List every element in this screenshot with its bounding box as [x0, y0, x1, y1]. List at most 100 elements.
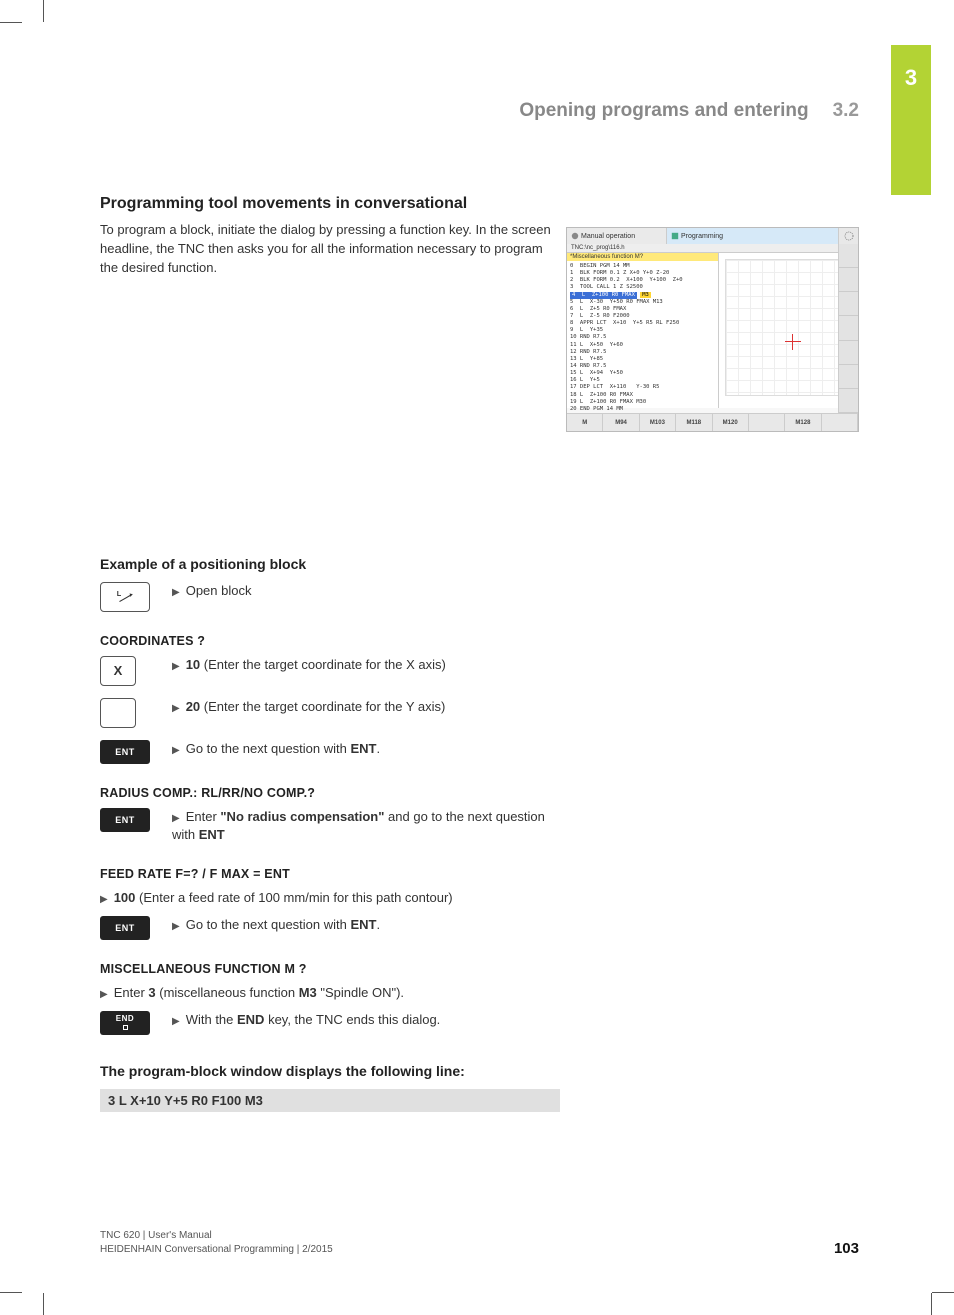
step-x-value: 10	[186, 657, 200, 672]
misc-mid: (miscellaneous function	[156, 985, 299, 1000]
step-y-value: 20	[186, 699, 200, 714]
triangle-icon: ▶	[172, 661, 180, 672]
ss-sidebar	[838, 244, 858, 413]
ss-path: TNC:\nc_prog\116.h	[567, 244, 858, 253]
svg-text:L: L	[117, 589, 122, 598]
step-radius-pre: Enter	[186, 809, 221, 824]
result-heading: The program-block window displays the fo…	[100, 1063, 859, 1079]
step-x-desc: (Enter the target coordinate for the X a…	[200, 657, 446, 672]
ss-side-btn	[838, 365, 858, 389]
feed-desc: (Enter a feed rate of 100 mm/min for thi…	[135, 890, 452, 905]
header-title: Opening programs and entering	[519, 100, 808, 122]
footer-line2: HEIDENHAIN Conversational Programming | …	[100, 1243, 333, 1257]
step-radius-b1: "No radius compensation"	[220, 809, 384, 824]
misc-bullet: ▶ Enter 3 (miscellaneous function M3 "Spi…	[100, 984, 859, 1003]
step-end: END ▶With the END key, the TNC ends this…	[100, 1011, 859, 1035]
step-radius: ENT ▶Enter "No radius compensation" and …	[100, 808, 859, 846]
footer-line1: TNC 620 | User's Manual	[100, 1229, 333, 1243]
misc-pre: Enter	[114, 985, 149, 1000]
ss-highlight-m: M3	[640, 292, 651, 298]
step-feed-pre: Go to the next question with	[186, 917, 351, 932]
ent-key-label: ENT	[115, 923, 135, 933]
ss-settings-icon	[838, 228, 858, 244]
triangle-icon: ▶	[100, 989, 108, 1000]
ss-mode-manual: Manual operation	[567, 228, 667, 244]
page-footer: TNC 620 | User's Manual HEIDENHAIN Conve…	[100, 1229, 859, 1257]
ss-softkey: M118	[676, 414, 712, 431]
ss-softkey: M103	[640, 414, 676, 431]
step-y-desc: (Enter the target coordinate for the Y a…	[200, 699, 445, 714]
end-key: END	[100, 1011, 150, 1035]
ss-softkey: M128	[785, 414, 821, 431]
ss-mode-programming: Programming	[667, 228, 838, 244]
prompt-misc: MISCELLANEOUS FUNCTION M ?	[100, 962, 859, 976]
step-ent-b: ENT	[350, 741, 376, 756]
crop-mark	[0, 1292, 22, 1293]
triangle-icon: ▶	[172, 1016, 180, 1027]
step-open-block: L ▶ Open block	[100, 582, 859, 612]
misc-b2: M3	[299, 985, 317, 1000]
ent-key-label: ENT	[115, 815, 135, 825]
l-key-icon: L	[100, 582, 150, 612]
step-open-label: Open block	[186, 583, 252, 598]
prompt-radius: RADIUS COMP.: RL/RR/NO COMP.?	[100, 786, 859, 800]
triangle-icon: ▶	[172, 745, 180, 756]
ss-prompt-line: *Miscellaneous function M?	[567, 253, 718, 261]
ent-key-label: ENT	[115, 747, 135, 757]
triangle-icon: ▶	[172, 813, 180, 824]
x-key-label: X	[114, 663, 123, 678]
ss-cursor-icon	[789, 338, 797, 346]
chapter-number: 3	[905, 65, 917, 91]
triangle-icon: ▶	[172, 703, 180, 714]
step-text: ▶ Open block	[172, 582, 552, 601]
prompt-coordinates: COORDINATES ?	[100, 634, 859, 648]
crop-mark	[43, 1293, 44, 1315]
chapter-tab: 3	[891, 45, 931, 195]
misc-b1: 3	[148, 985, 155, 1000]
ss-side-btn	[838, 244, 858, 268]
step-end-pre: With the	[186, 1012, 237, 1027]
triangle-icon: ▶	[172, 587, 180, 598]
ss-softkey: M120	[713, 414, 749, 431]
step-feed-b: ENT	[350, 917, 376, 932]
step-radius-b2: ENT	[199, 827, 225, 842]
intro-para: To program a block, initiate the dialog …	[100, 221, 560, 278]
triangle-icon: ▶	[172, 921, 180, 932]
ss-side-btn	[838, 292, 858, 316]
step-ent-feed: ENT ▶Go to the next question with ENT.	[100, 916, 859, 940]
ss-softkey: M	[567, 414, 603, 431]
end-key-square-icon	[123, 1025, 128, 1030]
page-number: 103	[834, 1240, 859, 1257]
ss-highlight-line: 4 L Z+100 R0 FMAX	[570, 292, 637, 299]
ent-key: ENT	[100, 740, 150, 764]
ss-mode1-label: Manual operation	[581, 233, 635, 240]
feed-value: 100	[114, 890, 136, 905]
step-text: ▶ 10 (Enter the target coordinate for the…	[172, 656, 552, 675]
blank-key	[100, 698, 136, 728]
ss-grid	[725, 259, 852, 396]
ent-key: ENT	[100, 808, 150, 832]
crop-mark	[0, 22, 22, 23]
step-y-coord: ▶ 20 (Enter the target coordinate for the…	[100, 698, 859, 728]
crop-mark	[43, 0, 44, 22]
step-text: ▶ Go to the next question with ENT.	[172, 740, 552, 759]
step-ent-post: .	[376, 741, 380, 756]
prompt-feed: FEED RATE F=? / F MAX = ENT	[100, 867, 859, 881]
end-key-label: END	[116, 1015, 134, 1023]
x-key: X	[100, 656, 136, 686]
ss-mode2-label: Programming	[681, 233, 723, 240]
feed-bullet: ▶ 100 (Enter a feed rate of 100 mm/min fo…	[100, 889, 859, 908]
triangle-icon: ▶	[100, 894, 108, 905]
crop-mark	[932, 1292, 954, 1293]
page-header: Opening programs and entering 3.2	[100, 100, 859, 122]
ss-code: 0 BEGIN PGM 14 MM 1 BLK FORM 0.1 Z X+0 Y…	[567, 261, 718, 415]
ss-side-btn	[838, 316, 858, 340]
ss-code-pre: 0 BEGIN PGM 14 MM 1 BLK FORM 0.1 Z X+0 Y…	[570, 263, 683, 290]
header-section: 3.2	[833, 100, 859, 122]
misc-post: "Spindle ON").	[317, 985, 404, 1000]
step-ent-pre: Go to the next question with	[186, 741, 351, 756]
step-x-coord: X ▶ 10 (Enter the target coordinate for t…	[100, 656, 859, 686]
example-heading: Example of a positioning block	[100, 556, 859, 572]
section-heading: Programming tool movements in conversati…	[100, 195, 859, 213]
footer-left: TNC 620 | User's Manual HEIDENHAIN Conve…	[100, 1229, 333, 1257]
